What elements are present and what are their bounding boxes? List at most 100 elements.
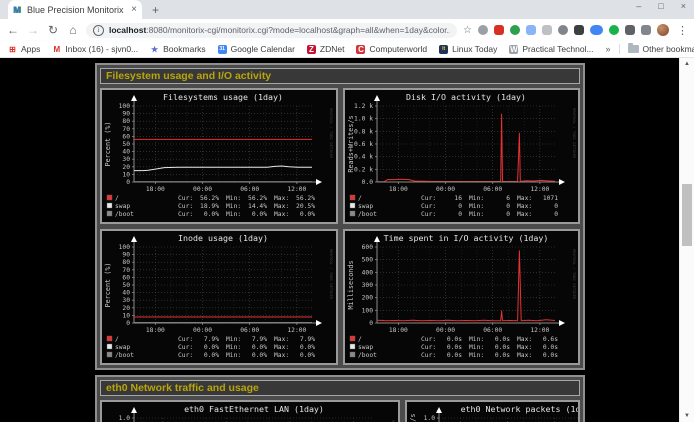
bookmark-star-icon[interactable]: ☆ <box>463 25 472 36</box>
profile-avatar[interactable] <box>657 24 669 36</box>
address-bar[interactable]: i localhost:8080/monitorix-cgi/monitorix… <box>86 23 457 38</box>
evernote-icon[interactable] <box>609 25 619 35</box>
maximize-icon[interactable]: □ <box>658 1 663 11</box>
svg-text:0: 0 <box>458 211 462 218</box>
page-scrollbar[interactable]: ▲ ▼ <box>679 58 694 422</box>
bookmarks-bar: ⊞Apps MInbox (16) - sjvn0... ★Bookmarks 31G… <box>0 41 694 58</box>
extensions-puzzle-icon[interactable] <box>625 25 635 35</box>
svg-text:Max:: Max: <box>274 352 289 359</box>
chart-disk-io-activity: 1.2 k1.0 k0.8 k0.6 k0.4 k0.2 k0.018:0000… <box>343 88 581 224</box>
bookmarks-overflow-chevron[interactable]: » <box>606 44 611 54</box>
svg-text:10: 10 <box>122 171 130 178</box>
minimize-icon[interactable]: – <box>636 1 641 11</box>
svg-text:56.2%: 56.2% <box>200 195 219 202</box>
svg-text:0.6 k: 0.6 k <box>354 141 373 148</box>
svg-text:7.9%: 7.9% <box>204 336 219 343</box>
gray-app-icon[interactable] <box>542 25 552 35</box>
svg-text:100: 100 <box>119 103 131 110</box>
svg-text:06:00: 06:00 <box>483 186 502 193</box>
svg-text:Cur:: Cur: <box>421 203 436 210</box>
svg-text:Max:: Max: <box>274 203 289 210</box>
svg-text:Percent (%): Percent (%) <box>104 121 112 166</box>
tab-close-icon[interactable]: × <box>131 4 137 15</box>
scrollbar-thumb[interactable] <box>682 184 692 246</box>
gmail-icon[interactable] <box>494 25 504 35</box>
svg-text:56.2%: 56.2% <box>248 195 267 202</box>
svg-text:Min:: Min: <box>469 195 484 202</box>
svg-text:80: 80 <box>122 118 130 125</box>
svg-text:6: 6 <box>506 195 510 202</box>
back-icon[interactable]: ← <box>6 23 20 37</box>
bookmark-wordpress[interactable]: WPractical Technol... <box>509 44 593 54</box>
svg-text:10: 10 <box>122 312 130 319</box>
svg-text:20.5%: 20.5% <box>296 203 315 210</box>
svg-text:00:00: 00:00 <box>193 327 212 334</box>
svg-text:Min:: Min: <box>469 203 484 210</box>
svg-text:Percent (%): Percent (%) <box>104 262 112 307</box>
reload-icon[interactable]: ↻ <box>46 23 60 37</box>
bookmark-gmail[interactable]: MInbox (16) - sjvn0... <box>52 44 138 54</box>
scroll-up-icon[interactable]: ▲ <box>680 58 694 70</box>
new-tab-button[interactable]: + <box>152 3 159 17</box>
svg-text:100: 100 <box>361 307 373 314</box>
charts-grid: 1.00.90.80.70.60.50.40.30.20.10.018:0000… <box>100 400 580 422</box>
home-icon[interactable]: ⌂ <box>66 23 80 37</box>
svg-text:0.4 k: 0.4 k <box>354 154 373 161</box>
svg-text:30: 30 <box>122 297 130 304</box>
svg-text:0.0%: 0.0% <box>300 344 315 351</box>
tune-icon[interactable] <box>641 25 651 35</box>
svg-text:swap: swap <box>115 344 130 351</box>
svg-text:Cur:: Cur: <box>178 211 193 218</box>
bookmark-star[interactable]: ★Bookmarks <box>150 44 206 54</box>
bookmark-linux-today[interactable]: ltLinux Today <box>439 44 497 54</box>
dark-app-icon[interactable] <box>574 25 584 35</box>
svg-text:RRDTOOL / TOBI OETIKER: RRDTOOL / TOBI OETIKER <box>572 108 577 159</box>
other-bookmarks-button[interactable]: Other bookmarks <box>628 44 694 54</box>
svg-text:Max:: Max: <box>517 211 532 218</box>
close-icon[interactable]: × <box>681 1 686 11</box>
svg-text:300: 300 <box>361 282 373 289</box>
svg-text:0.0s: 0.0s <box>446 344 461 351</box>
chart-time-in-io: 600500400300200100018:0000:0006:0012:00T… <box>343 229 581 365</box>
bookmark-calendar[interactable]: 31Google Calendar <box>218 44 295 54</box>
section-filesystem: Filesystem usage and I/O activity 100908… <box>95 63 585 370</box>
forward-icon[interactable]: → <box>26 23 40 37</box>
svg-text:00:00: 00:00 <box>436 186 455 193</box>
svg-text:0: 0 <box>506 211 510 218</box>
svg-text:18:00: 18:00 <box>146 186 165 193</box>
svg-text:50: 50 <box>122 141 130 148</box>
messenger-icon[interactable] <box>590 25 603 35</box>
svg-text:/: / <box>358 195 362 202</box>
green-orb-icon[interactable] <box>510 25 520 35</box>
bookmark-zdnet[interactable]: ZZDNet <box>307 44 345 54</box>
svg-text:12:00: 12:00 <box>287 186 306 193</box>
scroll-down-icon[interactable]: ▼ <box>680 410 694 422</box>
svg-text:0: 0 <box>126 179 130 186</box>
svg-text:70: 70 <box>122 267 130 274</box>
svg-text:70: 70 <box>122 126 130 133</box>
svg-text:50: 50 <box>122 282 130 289</box>
tab-copy-icon[interactable] <box>526 25 536 35</box>
svg-text:RRDTOOL / TOBI OETIKER: RRDTOOL / TOBI OETIKER <box>572 249 577 300</box>
browser-menu-icon[interactable]: ⋮ <box>677 24 688 37</box>
apps-grid-icon: ⊞ <box>8 45 17 54</box>
svg-text:0: 0 <box>506 203 510 210</box>
section-network: eth0 Network traffic and usage 1.00.90.8… <box>95 375 585 422</box>
bookmark-apps-grid[interactable]: ⊞Apps <box>8 44 40 54</box>
bookmark-computerworld[interactable]: CComputerworld <box>356 44 427 54</box>
svg-text:Inode usage (1day): Inode usage (1day) <box>178 233 268 243</box>
browser-window: M Blue Precision Monitorix × + – □ × ← →… <box>0 0 694 421</box>
page-info-icon[interactable]: i <box>93 25 104 36</box>
search-icon[interactable] <box>478 25 488 35</box>
browser-tab[interactable]: M Blue Precision Monitorix × <box>8 0 142 19</box>
cast-icon[interactable] <box>558 25 568 35</box>
svg-text:Max:: Max: <box>274 336 289 343</box>
svg-text:20: 20 <box>122 164 130 171</box>
svg-text:Milliseconds: Milliseconds <box>347 260 355 309</box>
svg-text:0.0s: 0.0s <box>494 344 509 351</box>
svg-text:0.2 k: 0.2 k <box>354 166 373 173</box>
svg-text:40: 40 <box>122 290 130 297</box>
charts-grid: 100908070605040302010018:0000:0006:0012:… <box>100 88 580 365</box>
svg-text:eth0 Network packets (1day): eth0 Network packets (1day) <box>461 404 580 414</box>
svg-text:0.0%: 0.0% <box>204 344 219 351</box>
